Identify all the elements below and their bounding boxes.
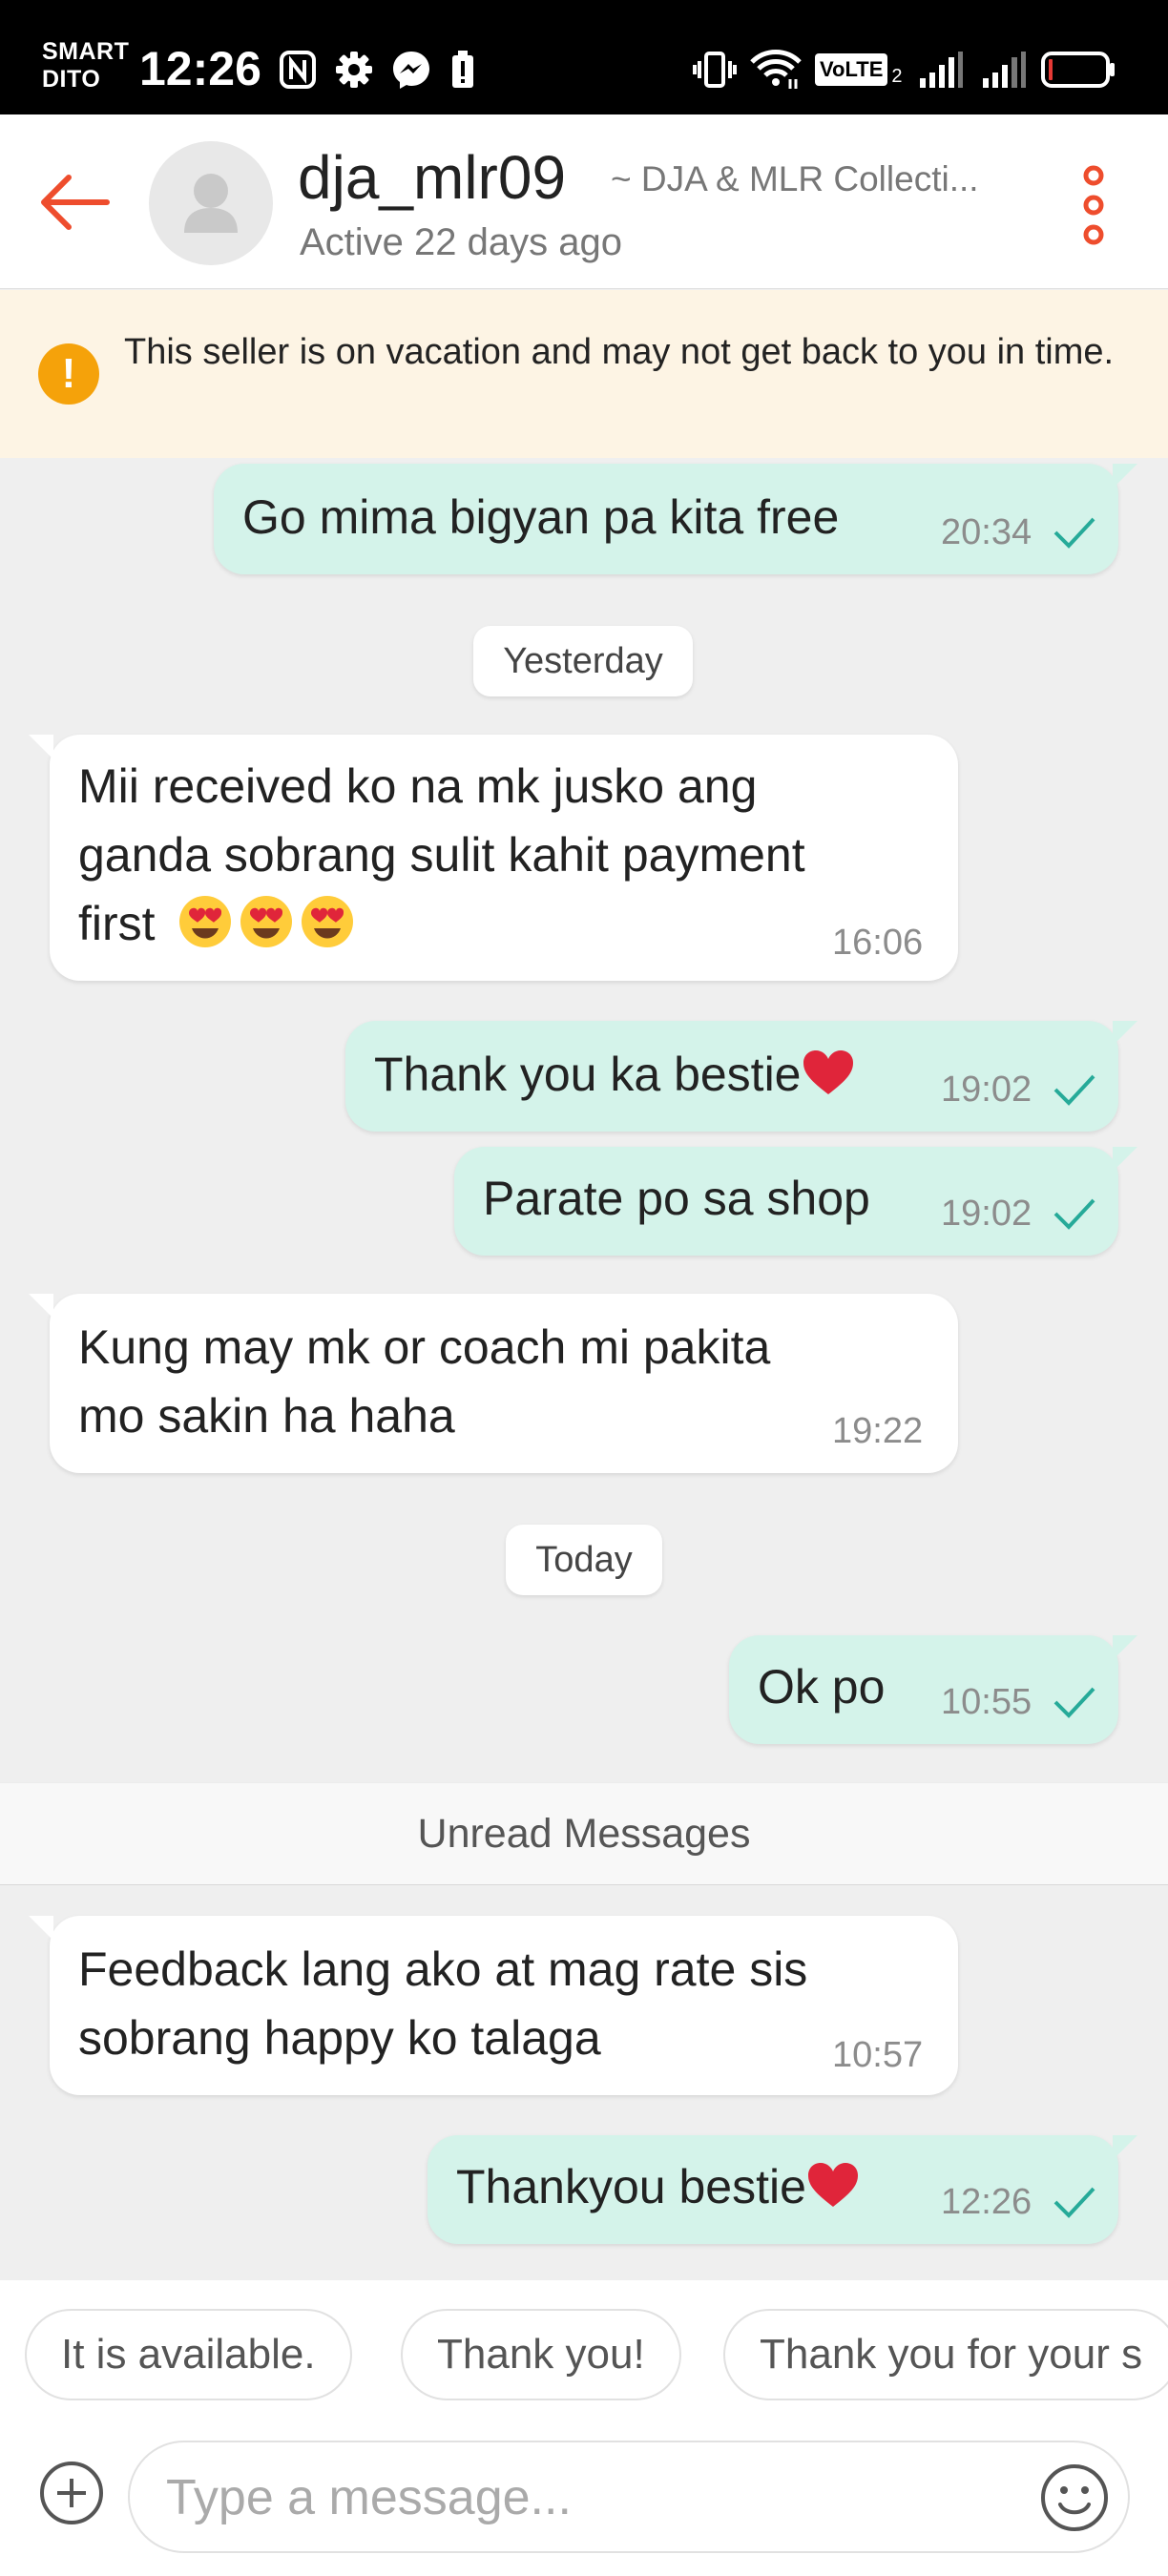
messenger-icon bbox=[393, 52, 429, 89]
read-check-icon bbox=[1053, 517, 1095, 549]
heart-eyes-emoji-icon bbox=[179, 896, 232, 947]
message-incoming[interactable]: Kung may mk or coach mi pakita mo sakin … bbox=[29, 1294, 958, 1473]
message-time: 10:55 bbox=[941, 1682, 1032, 1722]
quick-reply-chip[interactable]: It is available. bbox=[25, 2309, 352, 2400]
message-time: 16:06 bbox=[832, 923, 924, 963]
read-check-icon bbox=[1053, 1687, 1095, 1718]
message-time: 12:26 bbox=[941, 2182, 1032, 2222]
message-text: Ok po bbox=[758, 1660, 886, 1714]
message-text-line: Mii received ko na mk jusko ang bbox=[78, 759, 758, 813]
red-heart-emoji-icon bbox=[807, 2163, 858, 2207]
message-incoming[interactable]: Feedback lang ako at mag rate sis sobran… bbox=[29, 1916, 958, 2095]
carrier-label: SMART DITO bbox=[42, 38, 130, 93]
status-time: 12:26 bbox=[139, 42, 261, 95]
status-bar: SMART DITO 12:26 VoLTE 2 bbox=[0, 0, 1168, 114]
battery-saver-icon bbox=[452, 51, 473, 88]
date-separator: Yesterday bbox=[473, 626, 693, 696]
heart-eyes-emoji-icon bbox=[302, 896, 354, 947]
wifi-icon bbox=[750, 50, 802, 89]
vacation-notice-text: This seller is on vacation and may not g… bbox=[124, 332, 1115, 372]
active-status: Active 22 days ago bbox=[300, 221, 622, 263]
message-outgoing[interactable]: Ok po 10:55 bbox=[729, 1635, 1137, 1744]
red-heart-emoji-icon bbox=[803, 1050, 853, 1094]
message-incoming[interactable]: Mii received ko na mk jusko ang ganda so… bbox=[29, 735, 958, 981]
signal-strength-2-icon bbox=[982, 52, 1026, 88]
nfc-icon bbox=[280, 51, 316, 89]
avatar[interactable] bbox=[149, 141, 273, 265]
message-text-line-with-emoji: first bbox=[78, 889, 361, 958]
message-text-line: ganda sobrang sulit kahit payment bbox=[78, 828, 805, 882]
message-time: 19:02 bbox=[941, 1194, 1032, 1234]
message-outgoing[interactable]: Thank you ka bestie 19:02 bbox=[345, 1021, 1137, 1132]
warning-icon: ! bbox=[38, 343, 99, 405]
message-time: 19:22 bbox=[832, 1411, 924, 1451]
vibrate-icon bbox=[693, 52, 737, 88]
emoji-group bbox=[177, 896, 361, 950]
message-text-line: sobrang happy ko talaga bbox=[78, 2011, 601, 2065]
volte-badge: VoLTE 2 bbox=[815, 53, 903, 86]
back-arrow-icon[interactable] bbox=[34, 162, 115, 242]
status-right-icons: VoLTE 2 bbox=[693, 46, 1116, 93]
quick-reply-chip[interactable]: Thank you for your s bbox=[723, 2309, 1168, 2400]
gear-icon bbox=[336, 52, 372, 88]
read-check-icon bbox=[1053, 1198, 1095, 1230]
status-left-icons bbox=[279, 46, 475, 93]
message-text-line: Kung may mk or coach mi pakita bbox=[78, 1320, 771, 1374]
shop-name[interactable]: ~ DJA & MLR Collecti... bbox=[611, 158, 1012, 200]
quick-reply-chip[interactable]: Thank you! bbox=[401, 2309, 681, 2400]
more-options-icon[interactable] bbox=[1074, 164, 1113, 246]
heart-eyes-emoji-icon bbox=[240, 896, 293, 947]
emoji-picker-icon[interactable] bbox=[1038, 2462, 1111, 2534]
message-input[interactable]: Type a message... bbox=[128, 2441, 1130, 2553]
default-user-icon bbox=[184, 174, 238, 233]
message-input-placeholder: Type a message... bbox=[166, 2470, 572, 2525]
read-check-icon bbox=[1053, 2187, 1095, 2218]
message-time: 19:02 bbox=[941, 1070, 1032, 1110]
date-separator: Today bbox=[506, 1525, 662, 1595]
message-input-bar: Type a message... bbox=[0, 2433, 1168, 2576]
message-text: Thank you ka bestie bbox=[374, 1040, 855, 1109]
signal-strength-icon bbox=[919, 52, 963, 88]
message-text: Go mima bigyan pa kita free bbox=[242, 490, 840, 544]
message-outgoing[interactable]: Thankyou bestie 12:26 bbox=[428, 2135, 1137, 2244]
message-time: 10:57 bbox=[832, 2035, 924, 2075]
chat-username[interactable]: dja_mlr09 bbox=[298, 143, 566, 212]
message-time: 20:34 bbox=[941, 512, 1032, 552]
unread-messages-divider: Unread Messages bbox=[0, 1782, 1168, 1885]
message-text-line: Feedback lang ako at mag rate sis bbox=[78, 1942, 808, 1996]
message-text: Parate po sa shop bbox=[483, 1172, 870, 1225]
quick-replies-bar: It is available. Thank you! Thank you fo… bbox=[0, 2280, 1168, 2433]
read-check-icon bbox=[1053, 1074, 1095, 1106]
message-text-line: mo sakin ha haha bbox=[78, 1389, 455, 1443]
message-outgoing[interactable]: Go mima bigyan pa kita free 20:34 bbox=[214, 464, 1137, 574]
chat-header: dja_mlr09 ~ DJA & MLR Collecti... Active… bbox=[0, 114, 1168, 289]
vacation-notice-banner: ! This seller is on vacation and may not… bbox=[0, 290, 1168, 458]
add-attachment-icon[interactable] bbox=[38, 2460, 105, 2526]
message-text: Thankyou bestie bbox=[456, 2152, 860, 2221]
message-outgoing[interactable]: Parate po sa shop 19:02 bbox=[454, 1147, 1137, 1256]
battery-icon bbox=[1040, 52, 1115, 88]
